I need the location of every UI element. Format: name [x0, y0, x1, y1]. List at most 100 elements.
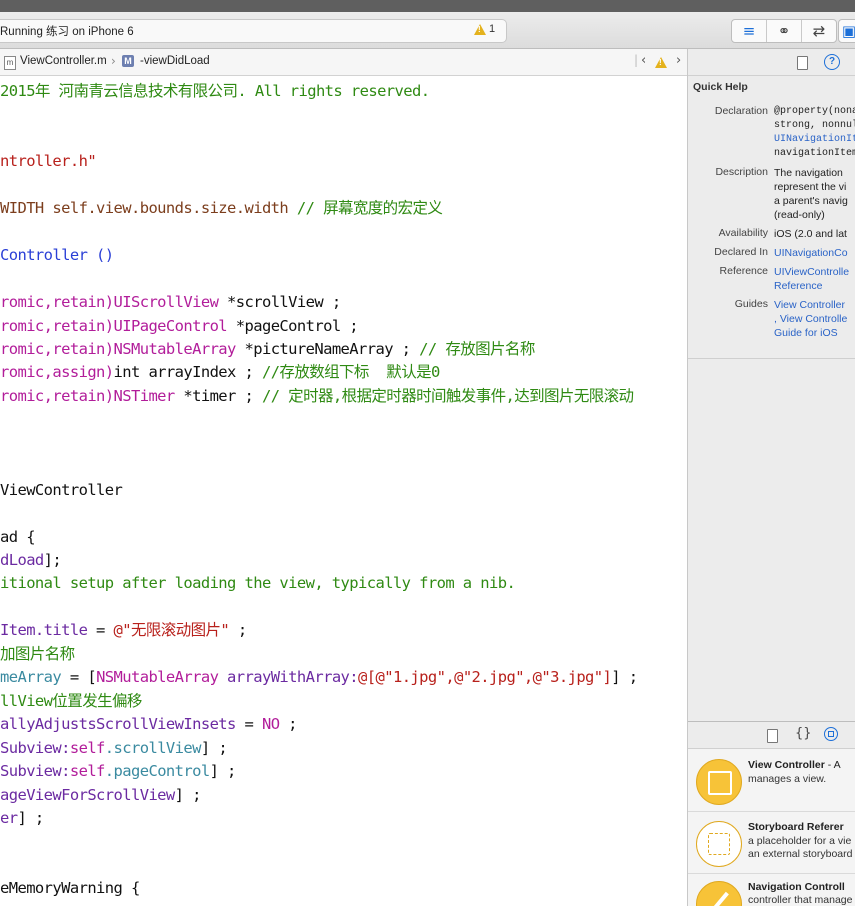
code-token: 2015年 河南青云信息技术有限公司. All rights reserved. [0, 82, 430, 100]
reference-label: Reference [719, 265, 768, 277]
navigator-toggle-icon[interactable]: ▣ [839, 20, 855, 42]
code-token: eMemoryWarning { [0, 879, 140, 898]
code-token: ; [229, 621, 247, 640]
description-label: Description [715, 166, 768, 178]
code-line[interactable]: romic,retain)UIPageControl *pageControl … [0, 315, 359, 337]
library-item-storyboard-reference[interactable]: Storyboard Referer a placeholder for a v… [688, 811, 855, 874]
code-token: self [69, 762, 106, 781]
source-editor[interactable]: 2015年 河南青云信息技术有限公司. All rights reserved.… [0, 76, 688, 906]
code-line[interactable]: romic,assign)int arrayIndex ; //存放数组下标 默… [0, 361, 440, 383]
code-token: ] ; [209, 762, 237, 781]
library-item-name: Navigation Controll [748, 881, 845, 893]
utilities-panel: ? Quick Help Declaration @property(nonat… [688, 49, 855, 906]
code-line[interactable]: Item.title = @"无限滚动图片" ; [0, 619, 247, 641]
editor-mode-segmented: ≡ ⚭ ⇄ [731, 19, 837, 43]
code-token: ageViewForScrollView [0, 785, 175, 804]
code-line[interactable]: romic,retain)UIScrollView *scrollView ; [0, 291, 341, 313]
jump-bar: m ViewController.m › M -viewDidLoad | ‹ … [0, 49, 688, 76]
jumpbar-divider: | [634, 53, 639, 67]
code-line[interactable]: dLoad]; [0, 549, 62, 571]
guides-link-line-1[interactable]: View Controller [774, 298, 845, 312]
jumpbar-method[interactable]: -viewDidLoad [140, 55, 210, 67]
guides-link-line-2[interactable]: , View Controlle [774, 312, 847, 326]
description-line-3: a parent's navig [774, 195, 848, 207]
library-item-desc-2: an external storyboard [748, 848, 853, 860]
declared-in-link[interactable]: UINavigationCo [774, 246, 848, 260]
code-token: //存放数组下标 默认是0 [261, 363, 440, 382]
code-line[interactable]: itional setup after loading the view, ty… [0, 572, 516, 594]
code-token: *scrollView ; [218, 293, 341, 312]
code-token: er [0, 808, 18, 827]
code-line[interactable]: eMemoryWarning { [0, 877, 140, 899]
library-item-navigation-controller[interactable]: Navigation Controll controller that mana… [688, 873, 855, 906]
file-inspector-icon[interactable] [797, 56, 808, 70]
description-line-1: The navigation [774, 167, 843, 179]
issue-warning-icon[interactable]: ! [655, 57, 667, 68]
code-line[interactable]: 2015年 河南青云信息技术有限公司. All rights reserved. [0, 80, 430, 102]
code-token: 加图片名称 [0, 644, 75, 663]
code-token: romic,retain) [0, 339, 114, 358]
code-snippet-icon[interactable]: {} [795, 726, 812, 741]
storyboard-reference-icon [696, 821, 742, 867]
library-item-desc: manages a view. [748, 773, 827, 785]
quick-help-title: Quick Help [693, 81, 748, 93]
guides-link-line-3[interactable]: Guide for iOS [774, 326, 838, 340]
activity-status: Running 练习 on iPhone 6 [0, 26, 134, 38]
declaration-line-2: strong, nonnull) [774, 120, 855, 131]
method-icon: M [122, 55, 134, 67]
code-line[interactable]: Subview:self.pageControl] ; [0, 760, 236, 782]
code-line[interactable]: llView位置发生偏移 [0, 690, 142, 712]
warning-icon[interactable]: ! [474, 24, 486, 35]
code-token: ] ; [17, 808, 44, 827]
standard-editor-icon[interactable]: ≡ [732, 20, 766, 42]
next-issue-icon[interactable]: › [676, 53, 681, 68]
availability-value: iOS (2.0 and lat [774, 228, 847, 240]
object-library-icon[interactable] [824, 727, 838, 741]
code-token: ; [279, 715, 297, 734]
assistant-editor-icon[interactable]: ⚭ [767, 20, 801, 42]
reference-link-line-2[interactable]: Reference [774, 279, 822, 293]
code-line[interactable]: er] ; [0, 807, 44, 829]
code-line[interactable]: ageViewForScrollView] ; [0, 784, 201, 806]
code-line[interactable]: ViewController [0, 479, 123, 501]
code-line[interactable]: ntroller.h" [0, 150, 97, 172]
reference-link-line-1[interactable]: UIViewControlle [774, 265, 849, 279]
code-token: *pageControl ; [227, 316, 359, 335]
warning-count[interactable]: 1 [489, 23, 495, 35]
code-token: @"无限滚动图片" [113, 621, 230, 640]
code-line[interactable]: WIDTH self.view.bounds.size.width // 屏幕宽… [0, 197, 443, 219]
file-template-icon[interactable] [767, 729, 778, 743]
library-item-desc: a placeholder for a vie [748, 835, 852, 847]
code-token: arrayWithArray: [218, 668, 359, 687]
code-token: ad { [0, 527, 36, 546]
jumpbar-file[interactable]: ViewController.m [20, 55, 107, 67]
code-token: ViewController [0, 480, 123, 499]
code-token: // 存放图片名称 [419, 339, 535, 358]
code-line[interactable]: romic,retain)NSMutableArray *pictureName… [0, 338, 535, 360]
code-line[interactable]: ad { [0, 526, 36, 548]
code-token: allyAdjustsScrollViewInsets [0, 715, 236, 734]
code-token: llView位置发生偏移 [0, 691, 142, 710]
code-token: UIPageControl [113, 316, 228, 335]
code-token: self [69, 738, 106, 757]
library-tabs: {} [688, 722, 855, 749]
code-line[interactable]: allyAdjustsScrollViewInsets = NO ; [0, 713, 298, 735]
version-editor-icon[interactable]: ⇄ [802, 20, 836, 42]
declaration-type-link[interactable]: UINavigationItem [774, 133, 855, 147]
code-token: .pageControl [104, 762, 210, 781]
library-item-name: View Controller [748, 759, 825, 771]
code-token: UIScrollView [113, 293, 219, 312]
quick-help-icon[interactable]: ? [824, 54, 840, 70]
code-token: Subview: [0, 762, 70, 781]
code-token: NSTimer [113, 386, 176, 405]
library-item-view-controller[interactable]: View Controller - A manages a view. [688, 749, 855, 812]
code-line[interactable]: 加图片名称 [0, 643, 75, 665]
code-line[interactable]: romic,retain)NSTimer *timer ; // 定时器,根据定… [0, 385, 634, 407]
code-line[interactable]: meArray = [NSMutableArray arrayWithArray… [0, 666, 638, 688]
code-token: dLoad [0, 551, 44, 569]
code-line[interactable]: Subview:self.scrollView] ; [0, 737, 228, 759]
guides-label: Guides [734, 298, 768, 310]
code-line[interactable]: Controller () [0, 244, 114, 266]
code-token: = [235, 715, 262, 734]
previous-issue-icon[interactable]: ‹ [641, 53, 646, 68]
